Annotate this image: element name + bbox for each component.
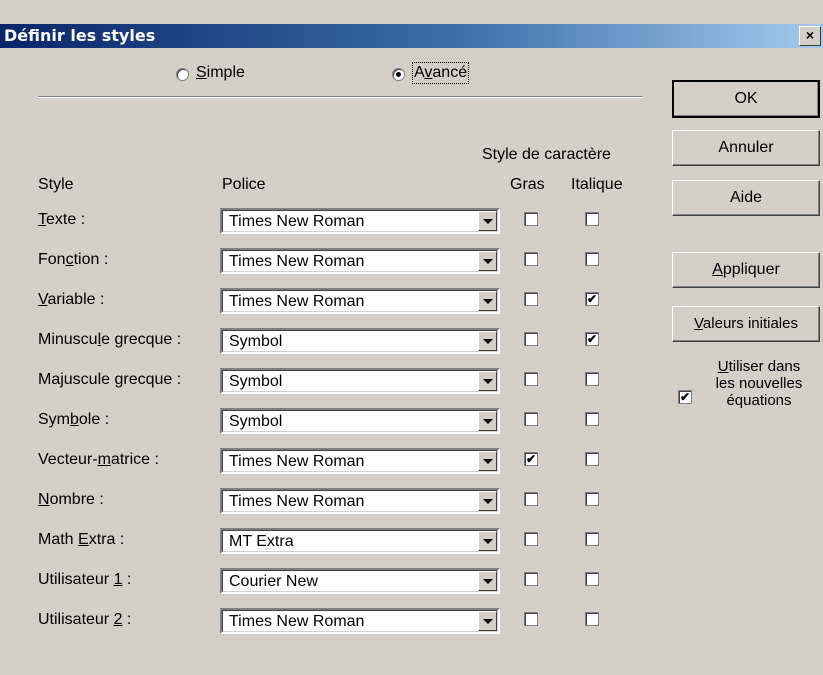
- font-select-value: Times New Roman: [229, 253, 365, 270]
- style-label: Texte :: [38, 211, 86, 228]
- dropdown-arrow-icon[interactable]: [478, 451, 497, 471]
- dropdown-arrow-icon[interactable]: [478, 411, 497, 431]
- dropdown-arrow-icon[interactable]: [478, 611, 497, 631]
- ok-button[interactable]: OK: [672, 80, 820, 118]
- header-style: Style: [38, 176, 74, 193]
- dialog-title: Définir les styles: [4, 26, 156, 45]
- font-select-field: Times New Roman: [222, 290, 498, 312]
- define-styles-dialog: Définir les styles × Simple Avancé Style…: [0, 0, 823, 675]
- separator: [38, 96, 643, 98]
- apply-button[interactable]: Appliquer: [672, 252, 820, 288]
- font-select-field: Times New Roman: [222, 610, 498, 632]
- font-select-field: Times New Roman: [222, 450, 498, 472]
- header-italic: Italique: [571, 176, 623, 193]
- font-select-field: Times New Roman: [222, 210, 498, 232]
- dropdown-arrow-icon[interactable]: [478, 211, 497, 231]
- dropdown-arrow-icon[interactable]: [478, 531, 497, 551]
- italic-checkbox[interactable]: [585, 572, 599, 586]
- italic-checkbox[interactable]: [585, 452, 599, 466]
- cancel-button[interactable]: Annuler: [672, 130, 820, 166]
- italic-checkbox[interactable]: [585, 212, 599, 226]
- reset-defaults-button[interactable]: Valeurs initiales: [672, 306, 820, 342]
- italic-checkbox[interactable]: ✔: [585, 332, 599, 346]
- font-select-field: Courier New: [222, 570, 498, 592]
- font-select-value: Times New Roman: [229, 213, 365, 230]
- font-select[interactable]: Symbol: [220, 408, 500, 434]
- font-select-value: MT Extra: [229, 533, 294, 550]
- bold-checkbox[interactable]: [524, 572, 538, 586]
- font-select[interactable]: Times New Roman: [220, 248, 500, 274]
- style-label: Majuscule grecque :: [38, 371, 182, 388]
- title-bar: Définir les styles ×: [0, 24, 823, 48]
- style-label: Vecteur-matrice :: [38, 451, 159, 468]
- font-select-field: MT Extra: [222, 530, 498, 552]
- bold-checkbox[interactable]: [524, 412, 538, 426]
- bold-checkbox[interactable]: [524, 332, 538, 346]
- font-select-value: Symbol: [229, 333, 283, 350]
- italic-checkbox[interactable]: [585, 532, 599, 546]
- bold-checkbox[interactable]: [524, 532, 538, 546]
- dropdown-arrow-icon[interactable]: [478, 491, 497, 511]
- bold-checkbox[interactable]: [524, 612, 538, 626]
- close-button[interactable]: ×: [799, 26, 821, 46]
- style-label: Minuscule grecque :: [38, 331, 182, 348]
- style-label: Utilisateur 2 :: [38, 611, 132, 628]
- use-in-new-equations-label[interactable]: Utiliser dans les nouvelles équations: [700, 358, 818, 409]
- italic-checkbox[interactable]: ✔: [585, 292, 599, 306]
- dropdown-arrow-icon[interactable]: [478, 291, 497, 311]
- font-select[interactable]: Symbol: [220, 368, 500, 394]
- bold-checkbox[interactable]: [524, 492, 538, 506]
- close-icon: ×: [805, 27, 815, 43]
- radio-advanced-label[interactable]: Avancé: [411, 62, 470, 84]
- font-select[interactable]: Times New Roman: [220, 608, 500, 634]
- font-select-field: Symbol: [222, 330, 498, 352]
- font-select[interactable]: Symbol: [220, 328, 500, 354]
- style-label: Fonction :: [38, 251, 109, 268]
- header-character-style: Style de caractère: [482, 146, 611, 163]
- font-select-value: Times New Roman: [229, 613, 365, 630]
- bold-checkbox[interactable]: [524, 212, 538, 226]
- font-select-value: Times New Roman: [229, 453, 365, 470]
- style-label: Symbole :: [38, 411, 110, 428]
- font-select-value: Courier New: [229, 573, 318, 590]
- italic-checkbox[interactable]: [585, 252, 599, 266]
- italic-checkbox[interactable]: [585, 612, 599, 626]
- radio-simple-label[interactable]: Simple: [196, 64, 245, 82]
- italic-checkbox[interactable]: [585, 492, 599, 506]
- bold-checkbox[interactable]: [524, 372, 538, 386]
- font-select-field: Times New Roman: [222, 490, 498, 512]
- style-label: Nombre :: [38, 491, 104, 508]
- use-in-new-equations-checkbox[interactable]: ✔: [678, 390, 692, 404]
- bold-checkbox[interactable]: ✔: [524, 452, 538, 466]
- font-select-field: Times New Roman: [222, 250, 498, 272]
- italic-checkbox[interactable]: [585, 412, 599, 426]
- font-select[interactable]: Times New Roman: [220, 208, 500, 234]
- font-select[interactable]: MT Extra: [220, 528, 500, 554]
- dropdown-arrow-icon[interactable]: [478, 371, 497, 391]
- bold-checkbox[interactable]: [524, 252, 538, 266]
- font-select-field: Symbol: [222, 410, 498, 432]
- font-select[interactable]: Times New Roman: [220, 288, 500, 314]
- radio-simple[interactable]: [176, 68, 189, 81]
- font-select[interactable]: Courier New: [220, 568, 500, 594]
- style-label: Math Extra :: [38, 531, 125, 548]
- header-font: Police: [222, 176, 266, 193]
- font-select-value: Times New Roman: [229, 293, 365, 310]
- header-bold: Gras: [510, 176, 545, 193]
- style-label: Variable :: [38, 291, 105, 308]
- font-select-value: Symbol: [229, 413, 283, 430]
- dropdown-arrow-icon[interactable]: [478, 331, 497, 351]
- font-select-field: Symbol: [222, 370, 498, 392]
- font-select[interactable]: Times New Roman: [220, 488, 500, 514]
- font-select-value: Symbol: [229, 373, 283, 390]
- style-label: Utilisateur 1 :: [38, 571, 132, 588]
- dropdown-arrow-icon[interactable]: [478, 251, 497, 271]
- font-select-value: Times New Roman: [229, 493, 365, 510]
- dropdown-arrow-icon[interactable]: [478, 571, 497, 591]
- help-button[interactable]: Aide: [672, 180, 820, 216]
- radio-advanced[interactable]: [392, 68, 405, 81]
- italic-checkbox[interactable]: [585, 372, 599, 386]
- font-select[interactable]: Times New Roman: [220, 448, 500, 474]
- bold-checkbox[interactable]: [524, 292, 538, 306]
